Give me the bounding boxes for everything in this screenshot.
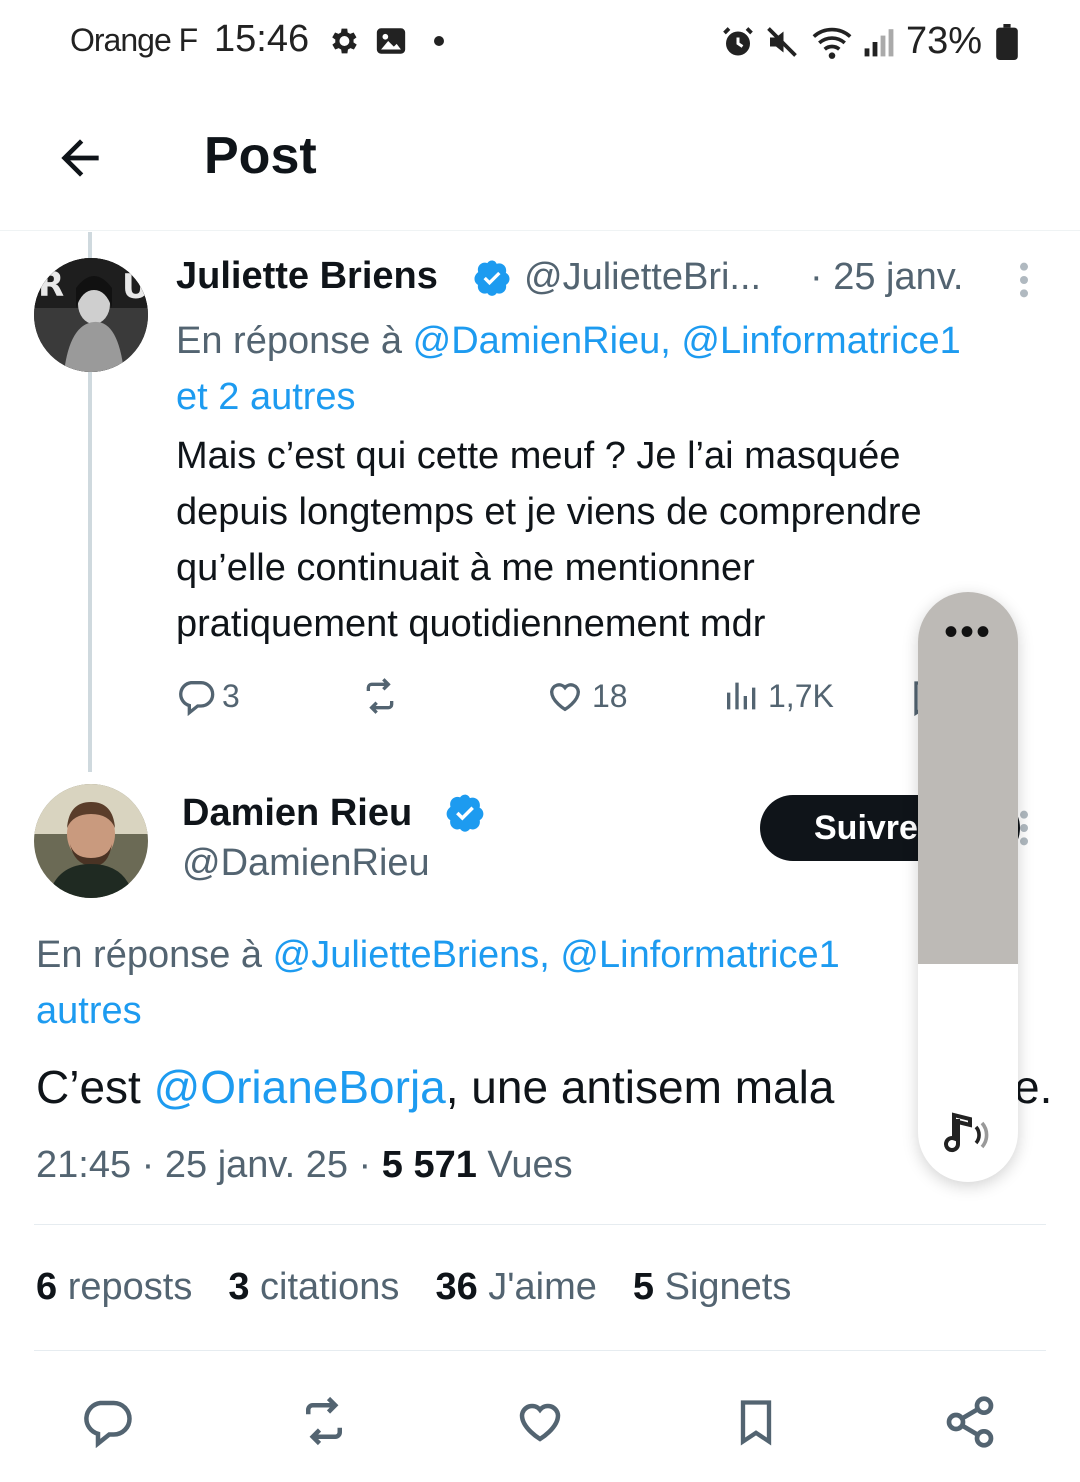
author-handle[interactable]: @JulietteBri... (524, 256, 761, 299)
page-title: Post (204, 127, 317, 185)
author-name[interactable]: Juliette Briens (176, 255, 438, 298)
status-bar: Orange F 15:46 73% (0, 0, 1080, 80)
bookmarks-stat[interactable]: 5 Signets (633, 1266, 791, 1309)
avatar[interactable]: R U (34, 258, 148, 372)
reply-icon (179, 681, 215, 716)
repost-icon[interactable] (294, 1394, 354, 1448)
mute-icon (767, 27, 797, 57)
likes-label: J'aime (488, 1266, 597, 1308)
share-icon[interactable] (942, 1394, 998, 1450)
like-count: 18 (592, 677, 628, 714)
likes-stat[interactable]: 36 J'aime (435, 1266, 596, 1309)
reposts-stat[interactable]: 6 reposts (36, 1266, 192, 1309)
reply-count: 3 (222, 677, 240, 714)
author-name[interactable]: Damien Rieu (182, 792, 412, 835)
views-label: Vues (487, 1144, 573, 1186)
tweet-text: C’est @OrianeBorja, une antisem mala (36, 1060, 834, 1114)
avatar-image: R U (34, 258, 148, 372)
alarm-icon (723, 27, 753, 56)
reply-prefix: En réponse à (36, 934, 263, 976)
notification-dot-icon (434, 36, 444, 46)
views-count: 5 571 (381, 1144, 477, 1186)
avatar[interactable] (34, 784, 148, 898)
volume-panel[interactable]: ••• (918, 592, 1018, 1182)
reply-prefix: En réponse à (176, 320, 403, 362)
battery-percent: 73% (906, 20, 983, 62)
tweet-text-suffix: , une antisem mala (445, 1061, 835, 1113)
signal-icon (864, 29, 894, 57)
tweet-time: 21:45 (36, 1144, 132, 1186)
volume-menu-icon[interactable]: ••• (918, 612, 1018, 652)
tweet-text: Mais c’est qui cette meuf ? Je l’ai masq… (176, 428, 1036, 652)
views-button[interactable]: 1,7K (722, 676, 834, 716)
reply-context: En réponse à @JulietteBriens, @Linformat… (36, 927, 840, 983)
reply-context: En réponse à @DamienRieu, @Linformatrice… (176, 313, 1056, 369)
reply-more-link[interactable]: et 2 autres (176, 369, 356, 425)
views-count: 1,7K (768, 677, 834, 714)
tweet-text-end: e. (1014, 1061, 1053, 1113)
divider (34, 1350, 1046, 1351)
reply-mentions[interactable]: @JulietteBriens, @Linformatrice1 (273, 934, 840, 976)
reply-mentions[interactable]: @DamienRieu, @Linformatrice1 (413, 320, 961, 362)
reply-button[interactable]: 3 (176, 676, 240, 716)
svg-text:U: U (122, 267, 148, 307)
music-volume-icon[interactable] (940, 1110, 996, 1160)
verified-badge-icon (474, 260, 510, 296)
verified-badge-icon (446, 794, 484, 832)
reposts-count: 6 (36, 1266, 58, 1308)
back-arrow-icon[interactable] (52, 130, 108, 186)
tweet-date: 25 janv. 25 (164, 1144, 348, 1186)
bookmark-icon[interactable] (730, 1394, 782, 1450)
views-icon (727, 682, 756, 710)
tweet-text-line: pratiquement quotidiennement mdr (176, 603, 766, 645)
tweet-meta: 21:45 · 25 janv. 25 · 5 571 Vues (36, 1144, 573, 1186)
tweet-action-bar (0, 1380, 1080, 1460)
top-app-bar: Post (0, 90, 1080, 231)
reposts-label: reposts (67, 1266, 193, 1308)
tweet-text-prefix: C’est (36, 1061, 154, 1113)
heart-icon (549, 683, 581, 712)
author-handle[interactable]: @DamienRieu (182, 842, 430, 885)
quotes-count: 3 (228, 1266, 250, 1308)
tweet-text-line: depuis longtemps et je viens de comprend… (176, 491, 922, 533)
status-time: 15:46 (214, 18, 310, 60)
battery-icon (996, 24, 1018, 60)
tweet-mention[interactable]: @OrianeBorja (154, 1061, 446, 1113)
carrier-label: Orange F (70, 22, 198, 58)
divider (34, 1224, 1046, 1225)
repost-button[interactable] (358, 676, 402, 716)
bookmarks-count: 5 (632, 1266, 655, 1308)
like-button[interactable]: 18 (544, 676, 628, 716)
gallery-icon (376, 28, 406, 54)
reply-more-link[interactable]: autres (36, 983, 142, 1039)
bookmarks-label: Signets (664, 1266, 792, 1308)
quotes-label: citations (260, 1266, 400, 1308)
quotes-stat[interactable]: 3 citations (228, 1266, 399, 1309)
repost-icon (366, 678, 394, 714)
more-options-icon[interactable] (1010, 260, 1038, 300)
engagement-stats: 6 reposts 3 citations 36 J'aime 5 Signet… (36, 1266, 791, 1309)
wifi-icon (812, 27, 852, 59)
settings-icon (332, 28, 357, 54)
tweet-date: · 25 janv. (810, 256, 964, 298)
avatar-image (34, 784, 148, 898)
reply-icon[interactable] (78, 1394, 136, 1448)
likes-count: 36 (435, 1266, 478, 1308)
heart-icon[interactable] (512, 1394, 568, 1448)
tweet-text-line: qu’elle continuait à me mentionner (176, 547, 755, 589)
tweet-text-line: Mais c’est qui cette meuf ? Je l’ai masq… (176, 435, 901, 477)
svg-text:R: R (38, 265, 64, 305)
